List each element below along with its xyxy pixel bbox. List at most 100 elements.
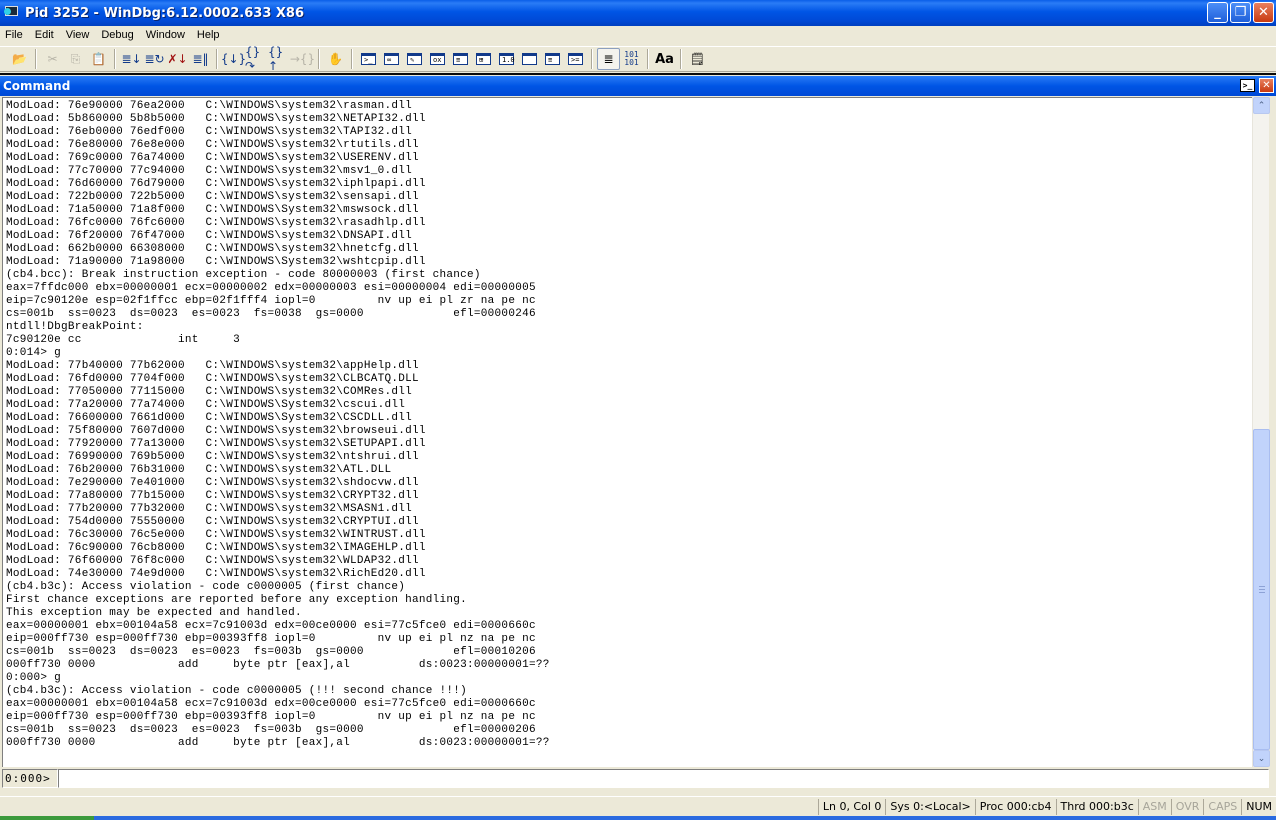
scroll-down-button[interactable]: ⌄ — [1253, 750, 1270, 767]
menu-view[interactable]: View — [60, 29, 96, 41]
open-button[interactable]: 📂 — [8, 48, 31, 70]
minimize-icon: _ — [1214, 5, 1221, 20]
go-icon: ≣↓ — [121, 52, 142, 66]
scratch-pad-button[interactable] — [518, 48, 541, 70]
close-icon: ✕ — [1262, 80, 1271, 91]
output-scrollbar[interactable]: ⌃ ⌄ — [1252, 97, 1270, 767]
status-asm: ASM — [1137, 798, 1171, 815]
hex-mode-button[interactable]: 101 101 — [620, 48, 643, 70]
start-button[interactable] — [0, 816, 94, 820]
chevron-up-icon: ⌃ — [1257, 100, 1266, 110]
source-mode-hand-button[interactable]: ✋ — [324, 48, 347, 70]
run-to-cursor-icon: →{} — [289, 52, 316, 66]
menu-debug[interactable]: Debug — [95, 29, 139, 41]
stop-debugging-button[interactable]: ✗↓ — [166, 48, 189, 70]
step-out-icon: {}↑ — [268, 45, 284, 73]
processes-threads-icon: ≡ — [545, 53, 560, 65]
command-input[interactable] — [58, 769, 1269, 788]
toolbar-separator — [216, 49, 218, 69]
menu-window[interactable]: Window — [140, 29, 191, 41]
source-mode-icon: ≣ — [603, 52, 614, 66]
break-icon: ≣‖ — [192, 52, 209, 66]
registers-window-button[interactable]: ox — [426, 48, 449, 70]
status-line-col: Ln 0, Col 0 — [817, 798, 886, 815]
disassembly-window-button[interactable]: 1.0 — [495, 48, 518, 70]
copy-icon: ⎘ — [70, 51, 81, 66]
watch-window-icon: ∞ — [384, 53, 399, 65]
toolbar: 📂 ✂ ⎘ 📋 ≣↓ ≣↻ ✗↓ ≣‖ {↓} {}↷ {}↑ →{} ✋ >_… — [0, 45, 1276, 73]
windbg-app-icon[interactable] — [4, 5, 20, 21]
hex-mode-icon: 101 101 — [624, 50, 639, 67]
copy-button[interactable]: ⎘ — [64, 48, 87, 70]
status-bar: Ln 0, Col 0 Sys 0:<Local> Proc 000:cb4 T… — [0, 796, 1276, 816]
restore-icon: ❐ — [1234, 5, 1247, 20]
call-stack-window-button[interactable]: ⊞ — [472, 48, 495, 70]
command-browser-icon: >= — [568, 53, 583, 65]
run-to-cursor-button[interactable]: →{} — [289, 48, 316, 70]
hand-icon: ✋ — [328, 52, 343, 66]
restore-button[interactable]: ❐ — [1230, 2, 1251, 23]
processes-threads-button[interactable]: ≡ — [541, 48, 564, 70]
menu-file[interactable]: File — [0, 29, 29, 41]
scrollbar-thumb[interactable] — [1253, 428, 1270, 750]
menu-help[interactable]: Help — [191, 29, 226, 41]
break-button[interactable]: ≣‖ — [189, 48, 212, 70]
step-over-icon: {}↷ — [245, 45, 261, 73]
dock-button[interactable]: >_ — [1240, 79, 1255, 92]
minimize-button[interactable]: _ — [1207, 2, 1228, 23]
step-into-button[interactable]: {↓} — [221, 48, 246, 70]
toolbar-separator — [591, 49, 593, 69]
command-close-button[interactable]: ✕ — [1259, 78, 1274, 93]
memory-window-icon: ≡ — [453, 53, 468, 65]
restart-button[interactable]: ≣↻ — [143, 48, 166, 70]
call-stack-window-icon: ⊞ — [476, 53, 491, 65]
step-out-button[interactable]: {}↑ — [268, 45, 291, 73]
command-output-text: ModLoad: 76e90000 76ea2000 C:\WINDOWS\sy… — [6, 100, 550, 749]
menu-edit[interactable]: Edit — [29, 29, 60, 41]
scroll-up-button[interactable]: ⌃ — [1253, 97, 1270, 114]
restart-icon: ≣↻ — [144, 52, 165, 66]
font-button[interactable]: Aa — [653, 48, 676, 70]
cut-icon: ✂ — [47, 52, 58, 66]
paste-icon: 📋 — [91, 52, 106, 66]
toolbar-divider — [0, 73, 1276, 75]
options-button[interactable]: 🗒 — [686, 48, 709, 70]
watch-window-button[interactable]: ∞ — [380, 48, 403, 70]
command-browser-button[interactable]: >= — [564, 48, 587, 70]
paste-button[interactable]: 📋 — [87, 48, 110, 70]
close-button[interactable]: ✕ — [1253, 2, 1274, 23]
command-window-button[interactable]: >_ — [357, 48, 380, 70]
source-mode-toggle-button[interactable]: ≣ — [597, 48, 620, 70]
status-ovr: OVR — [1170, 798, 1204, 815]
stop-debugging-icon: ✗↓ — [167, 52, 188, 66]
locals-window-icon: ✎ — [407, 53, 422, 65]
window-title: Pid 3252 - WinDbg:6.12.0002.633 X86 — [25, 5, 305, 21]
step-over-button[interactable]: {}↷ — [245, 45, 268, 73]
command-window-icon: >_ — [361, 53, 376, 65]
command-window: Command >_ ✕ ModLoad: 76e90000 76ea2000 … — [0, 76, 1276, 796]
toolbar-separator — [680, 49, 682, 69]
title-bar[interactable]: Pid 3252 - WinDbg:6.12.0002.633 X86 _ ❐ … — [0, 0, 1276, 26]
command-prompt-icon: >_ — [1242, 81, 1253, 90]
taskbar — [0, 816, 1276, 820]
command-window-title: Command — [3, 79, 71, 93]
command-input-row: 0:000> — [2, 769, 1269, 788]
status-system: Sys 0:<Local> — [885, 798, 974, 815]
font-icon: Aa — [655, 51, 674, 67]
command-output[interactable]: ModLoad: 76e90000 76ea2000 C:\WINDOWS\sy… — [2, 97, 1252, 767]
options-icon: 🗒 — [689, 52, 706, 66]
scratch-pad-icon — [522, 53, 537, 65]
memory-window-button[interactable]: ≡ — [449, 48, 472, 70]
locals-window-button[interactable]: ✎ — [403, 48, 426, 70]
status-num: NUM — [1241, 798, 1276, 815]
go-button[interactable]: ≣↓ — [120, 48, 143, 70]
toolbar-separator — [351, 49, 353, 69]
chevron-down-icon: ⌄ — [1257, 753, 1266, 763]
close-icon: ✕ — [1258, 5, 1269, 20]
toolbar-separator — [647, 49, 649, 69]
toolbar-separator — [114, 49, 116, 69]
command-window-titlebar[interactable]: Command >_ ✕ — [0, 76, 1276, 96]
cut-button[interactable]: ✂ — [41, 48, 64, 70]
status-caps: CAPS — [1203, 798, 1241, 815]
status-process: Proc 000:cb4 — [974, 798, 1056, 815]
